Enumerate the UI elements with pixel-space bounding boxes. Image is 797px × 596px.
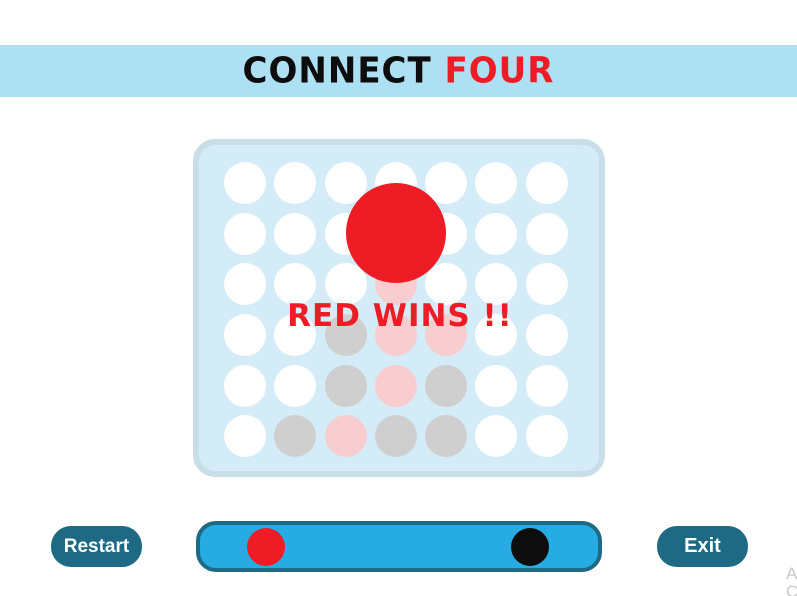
red-player-disc bbox=[247, 528, 285, 566]
board-cell-red[interactable] bbox=[374, 364, 417, 407]
winner-disc bbox=[346, 183, 446, 283]
board-cell-empty[interactable] bbox=[224, 162, 266, 204]
title-connect: CONNECT bbox=[242, 50, 445, 92]
winner-message: RED WINS !! bbox=[287, 298, 513, 334]
turn-indicator-track bbox=[196, 521, 602, 572]
board-cell-black[interactable] bbox=[425, 415, 468, 458]
board-cell-black[interactable] bbox=[425, 364, 468, 407]
board-cell-empty[interactable] bbox=[475, 415, 518, 458]
board-cell-empty[interactable] bbox=[475, 162, 518, 204]
board-cell-empty[interactable] bbox=[525, 364, 568, 407]
restart-button[interactable]: Restart bbox=[51, 526, 142, 567]
board-cell-empty[interactable] bbox=[274, 212, 317, 255]
exit-button[interactable]: Exit bbox=[657, 526, 748, 567]
title-four: FOUR bbox=[444, 50, 555, 92]
board-cell-red[interactable] bbox=[324, 415, 367, 458]
corner-watermark-text: A C bbox=[786, 565, 797, 596]
board-cell-black[interactable] bbox=[274, 415, 317, 458]
board-cell-empty[interactable] bbox=[274, 364, 317, 407]
board-cell-empty[interactable] bbox=[224, 415, 266, 458]
game-title: CONNECT FOUR bbox=[243, 50, 555, 92]
board-cell-empty[interactable] bbox=[475, 212, 518, 255]
board-cell-empty[interactable] bbox=[525, 212, 568, 255]
board-cell-black[interactable] bbox=[324, 364, 367, 407]
board-cell-empty[interactable] bbox=[475, 364, 518, 407]
black-player-disc bbox=[511, 528, 549, 566]
board-cell-empty[interactable] bbox=[224, 212, 266, 255]
board-cell-black[interactable] bbox=[374, 415, 417, 458]
board-cell-empty[interactable] bbox=[525, 162, 568, 204]
board-cell-empty[interactable] bbox=[525, 415, 568, 458]
title-bar: CONNECT FOUR bbox=[0, 45, 797, 97]
board-cell-empty[interactable] bbox=[274, 162, 317, 204]
connect-four-screen: CONNECT FOUR RED WINS !! Restart Exit A … bbox=[0, 0, 797, 596]
board-cell-empty[interactable] bbox=[224, 364, 266, 407]
